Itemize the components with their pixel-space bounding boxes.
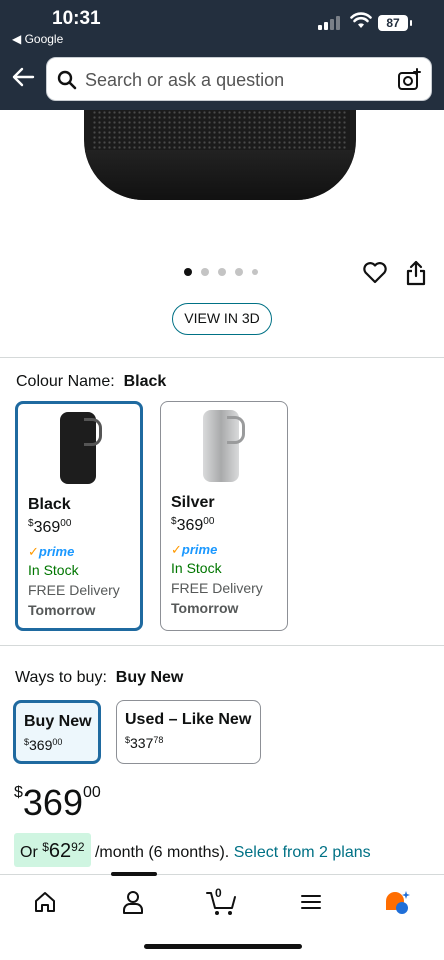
stock-status: In Stock bbox=[28, 562, 79, 578]
view-in-3d-button[interactable]: VIEW IN 3D bbox=[172, 303, 272, 335]
delivery-text: FREE Delivery bbox=[171, 580, 263, 596]
section-divider bbox=[0, 357, 444, 358]
monthly-payment-line: Or $6292 /month (6 months). Select from … bbox=[14, 833, 371, 867]
speaker-image bbox=[84, 110, 356, 200]
search-input[interactable] bbox=[85, 66, 385, 94]
back-arrow-icon[interactable] bbox=[10, 64, 36, 90]
page-dot[interactable] bbox=[201, 268, 209, 276]
home-icon[interactable] bbox=[32, 889, 58, 915]
page-dot[interactable] bbox=[235, 268, 243, 276]
section-divider bbox=[0, 645, 444, 646]
delivery-day: Tomorrow bbox=[28, 602, 96, 618]
cart-icon bbox=[206, 892, 236, 915]
selected-colour: Black bbox=[123, 373, 167, 390]
page-dot[interactable] bbox=[184, 268, 192, 276]
product-image[interactable] bbox=[0, 110, 444, 250]
buy-new-option[interactable]: Buy New $36900 bbox=[13, 700, 101, 764]
product-price: $36900 bbox=[14, 782, 101, 823]
prime-badge: ✓prime bbox=[171, 542, 218, 557]
option-price: $36900 bbox=[171, 516, 215, 534]
search-icon bbox=[57, 70, 77, 90]
back-to-google-link[interactable]: ◀ Google bbox=[12, 32, 63, 46]
colour-name-label: Colour Name: Black bbox=[16, 373, 167, 390]
rufus-assistant-icon[interactable] bbox=[384, 889, 410, 915]
status-bar: 10:31 ◀ Google 87 bbox=[0, 0, 444, 52]
colour-option-black[interactable]: Black $36900 ✓prime In Stock FREE Delive… bbox=[15, 401, 143, 631]
wifi-icon bbox=[350, 12, 372, 28]
heart-icon[interactable] bbox=[362, 261, 388, 285]
page-dot[interactable] bbox=[252, 269, 258, 275]
prime-badge: ✓prime bbox=[28, 544, 75, 559]
stock-status: In Stock bbox=[171, 560, 222, 576]
option-price: $36900 bbox=[28, 518, 72, 536]
status-time: 10:31 bbox=[52, 8, 101, 29]
page-dot[interactable] bbox=[218, 268, 226, 276]
image-pagination-dots[interactable] bbox=[184, 268, 264, 278]
camera-search-icon[interactable] bbox=[397, 68, 421, 92]
delivery-text: FREE Delivery bbox=[28, 582, 120, 598]
ways-to-buy-label: Ways to buy: Buy New bbox=[15, 669, 184, 686]
select-plans-link[interactable]: Select from 2 plans bbox=[234, 844, 371, 861]
delivery-day: Tomorrow bbox=[171, 600, 239, 616]
home-indicator[interactable] bbox=[144, 944, 302, 949]
active-tab-indicator bbox=[111, 872, 157, 876]
cart-button[interactable]: 0 bbox=[206, 886, 238, 915]
search-bar[interactable] bbox=[46, 57, 432, 101]
monthly-amount-highlight: Or $6292 bbox=[14, 833, 91, 867]
selected-buy-option: Buy New bbox=[115, 669, 184, 686]
app-header: 10:31 ◀ Google 87 bbox=[0, 0, 444, 110]
account-icon[interactable] bbox=[120, 889, 146, 915]
colour-option-silver[interactable]: Silver $36900 ✓prime In Stock FREE Deliv… bbox=[160, 401, 288, 631]
battery-indicator: 87 bbox=[378, 15, 412, 31]
used-like-new-option[interactable]: Used – Like New $33778 bbox=[116, 700, 261, 764]
cellular-signal-icon bbox=[318, 14, 344, 30]
menu-icon[interactable] bbox=[298, 889, 324, 915]
share-icon[interactable] bbox=[405, 260, 427, 286]
